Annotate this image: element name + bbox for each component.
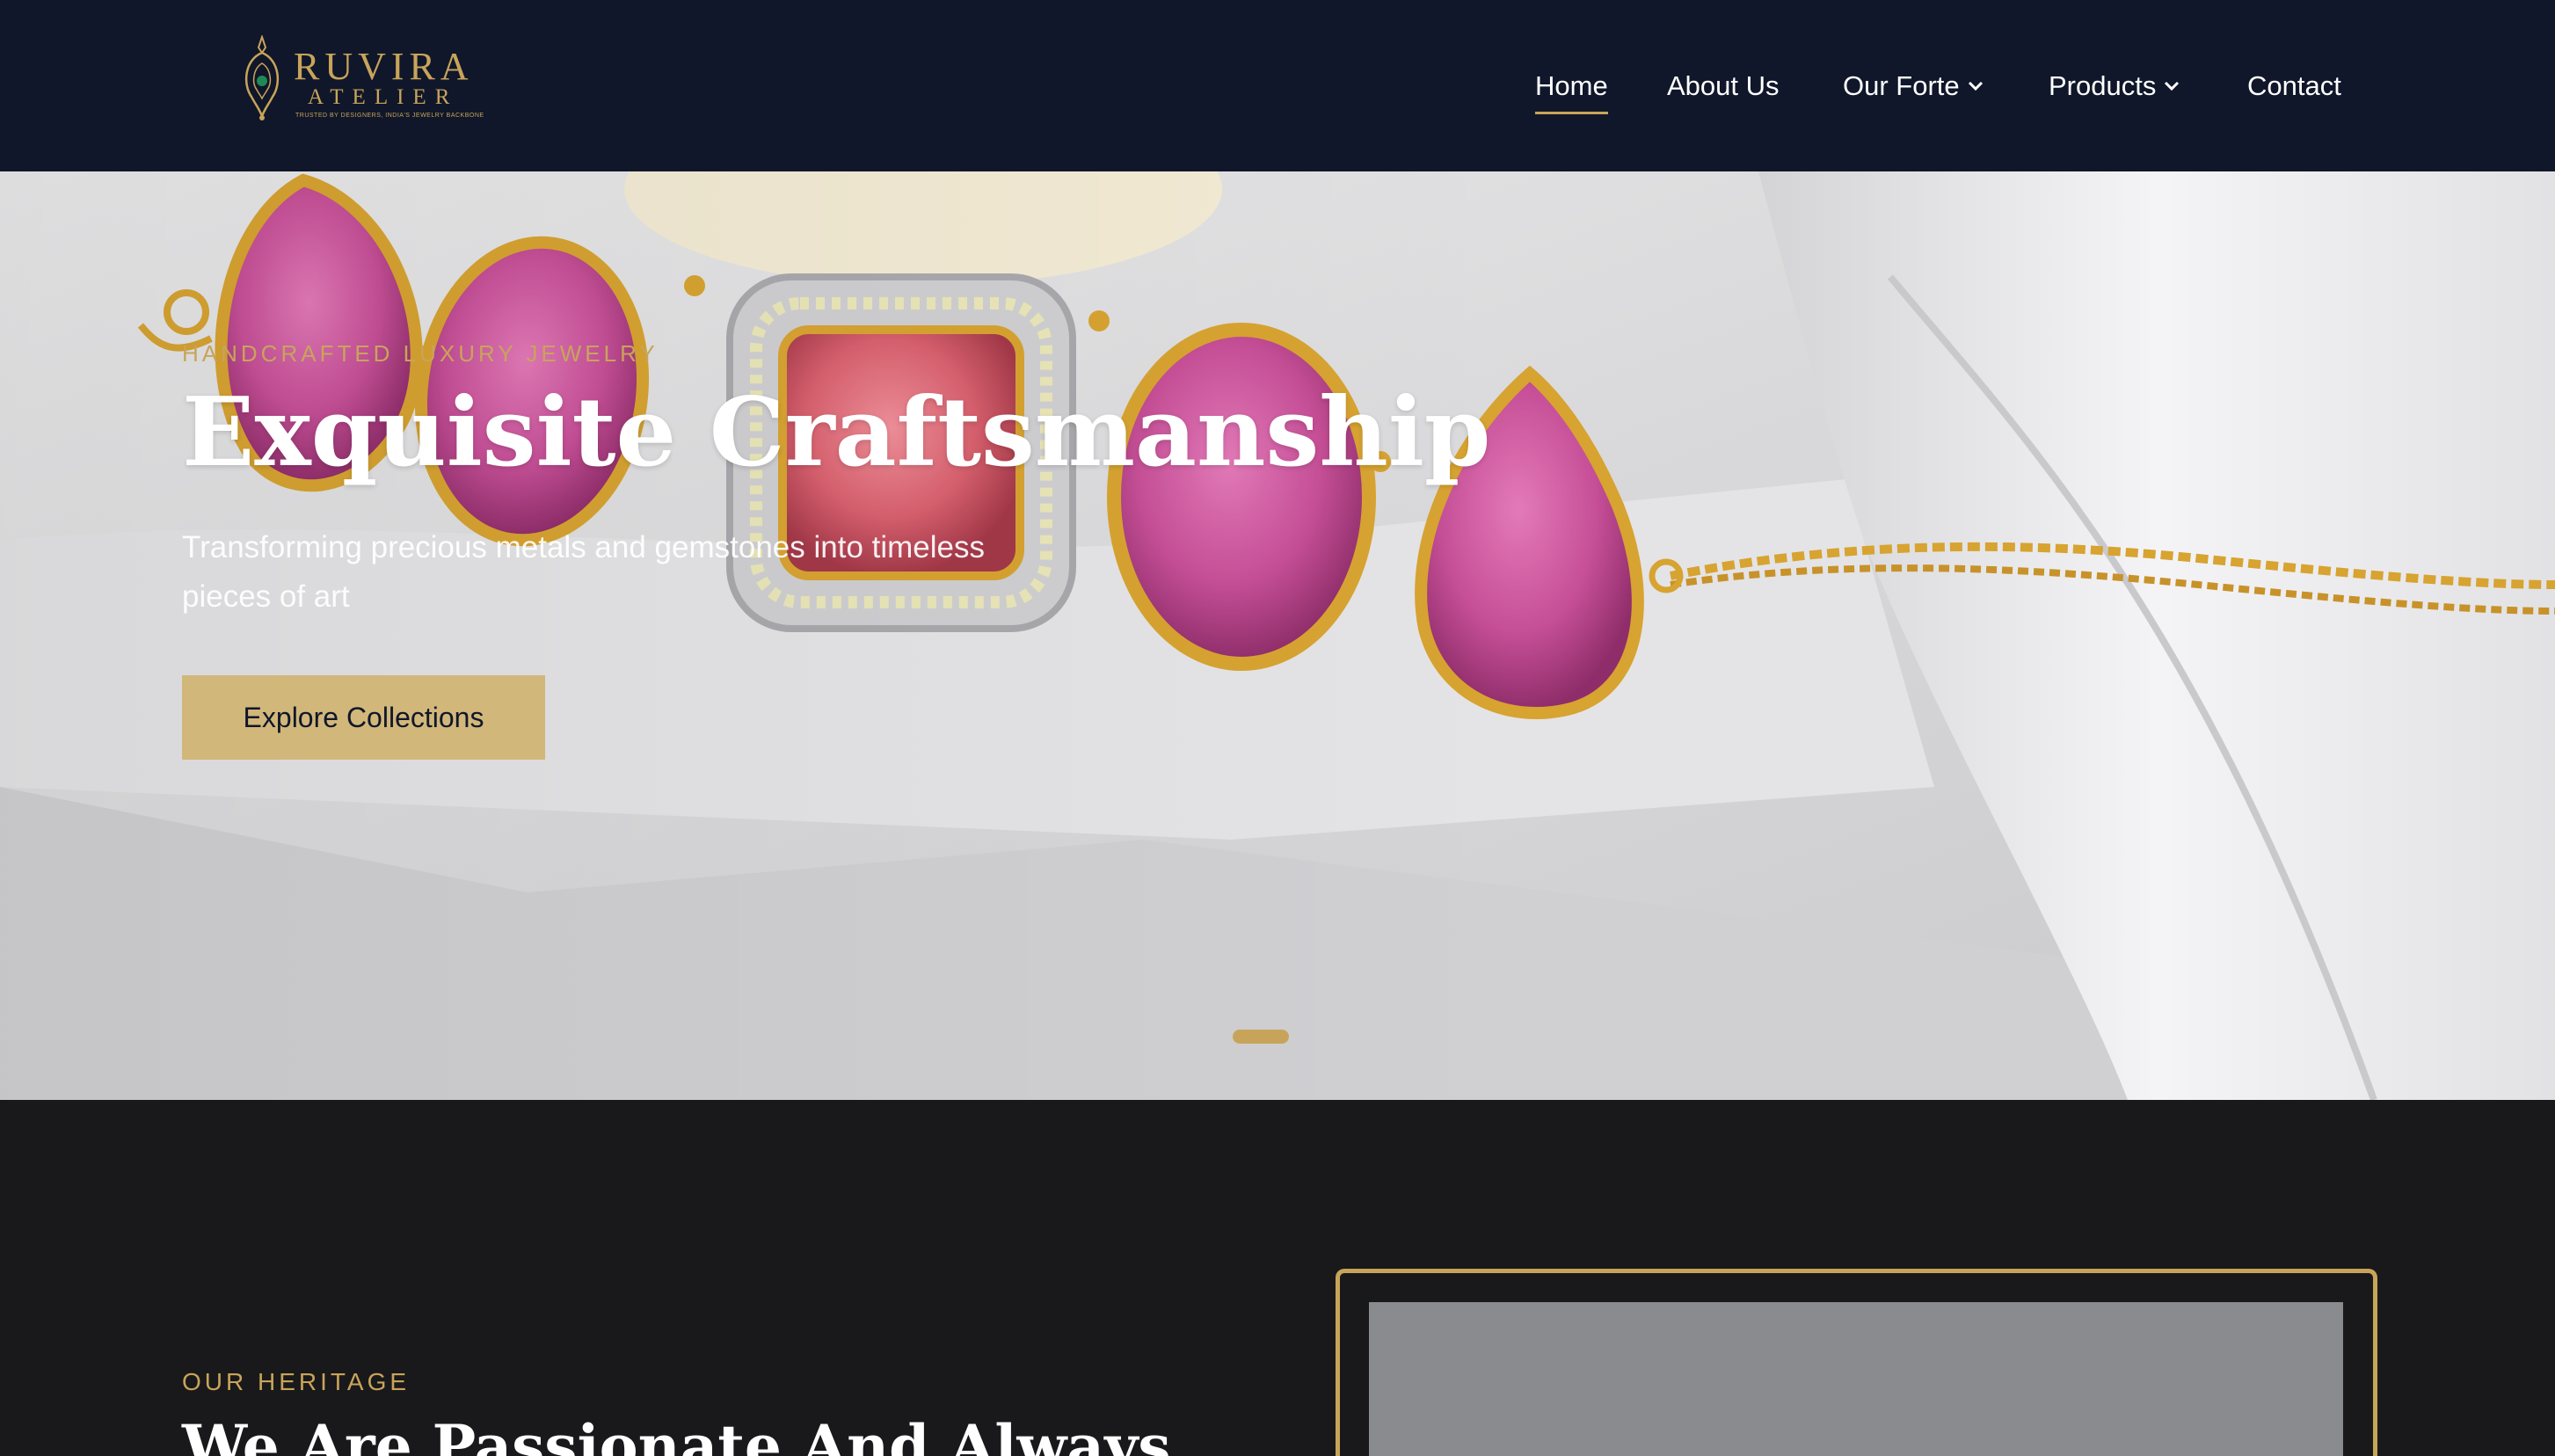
heritage-section: OUR HERITAGE We Are Passionate And Alway… (0, 1100, 2555, 1456)
hero-eyebrow: HANDCRAFTED LUXURY JEWELRY (182, 340, 659, 367)
hero-subtitle: Transforming precious metals and gemston… (182, 530, 985, 614)
hero-slider: HANDCRAFTED LUXURY JEWELRY Exquisite Cra… (0, 171, 2555, 1100)
nav-about-us-label: About Us (1667, 70, 1780, 101)
nav-our-forte[interactable]: Our Forte (1843, 69, 1984, 104)
brand-tagline: TRUSTED BY DESIGNERS, INDIA'S JEWELRY BA… (295, 113, 484, 119)
heritage-title: We Are Passionate And Always (182, 1412, 1171, 1456)
hero-title: Exquisite Craftsmanship (182, 377, 1491, 488)
explore-collections-button[interactable]: Explore Collections (182, 675, 545, 760)
nav-about-us[interactable]: About Us (1667, 69, 1780, 104)
site-header: RUVIRA ATELIER TRUSTED BY DESIGNERS, IND… (0, 0, 2555, 171)
nav-home-label: Home (1535, 70, 1608, 101)
chevron-down-icon (1968, 81, 1983, 91)
nav-products-label: Products (2049, 70, 2157, 101)
jewel-emblem-icon (244, 35, 280, 120)
slide-dot-active[interactable] (1233, 1030, 1289, 1044)
brand-logo[interactable]: RUVIRA ATELIER TRUSTED BY DESIGNERS, IND… (239, 35, 484, 123)
chevron-down-icon (2165, 81, 2180, 91)
brand-subtitle: ATELIER (308, 85, 459, 109)
nav-products[interactable]: Products (2049, 69, 2180, 104)
heritage-image (1369, 1302, 2343, 1456)
nav-contact[interactable]: Contact (2247, 69, 2341, 104)
nav-contact-label: Contact (2247, 70, 2341, 101)
nav-home[interactable]: Home (1535, 69, 1608, 114)
nav-our-forte-label: Our Forte (1843, 70, 1960, 101)
slide-indicator (1233, 1030, 1289, 1044)
heritage-eyebrow: OUR HERITAGE (182, 1368, 411, 1395)
brand-name: RUVIRA (294, 45, 474, 88)
